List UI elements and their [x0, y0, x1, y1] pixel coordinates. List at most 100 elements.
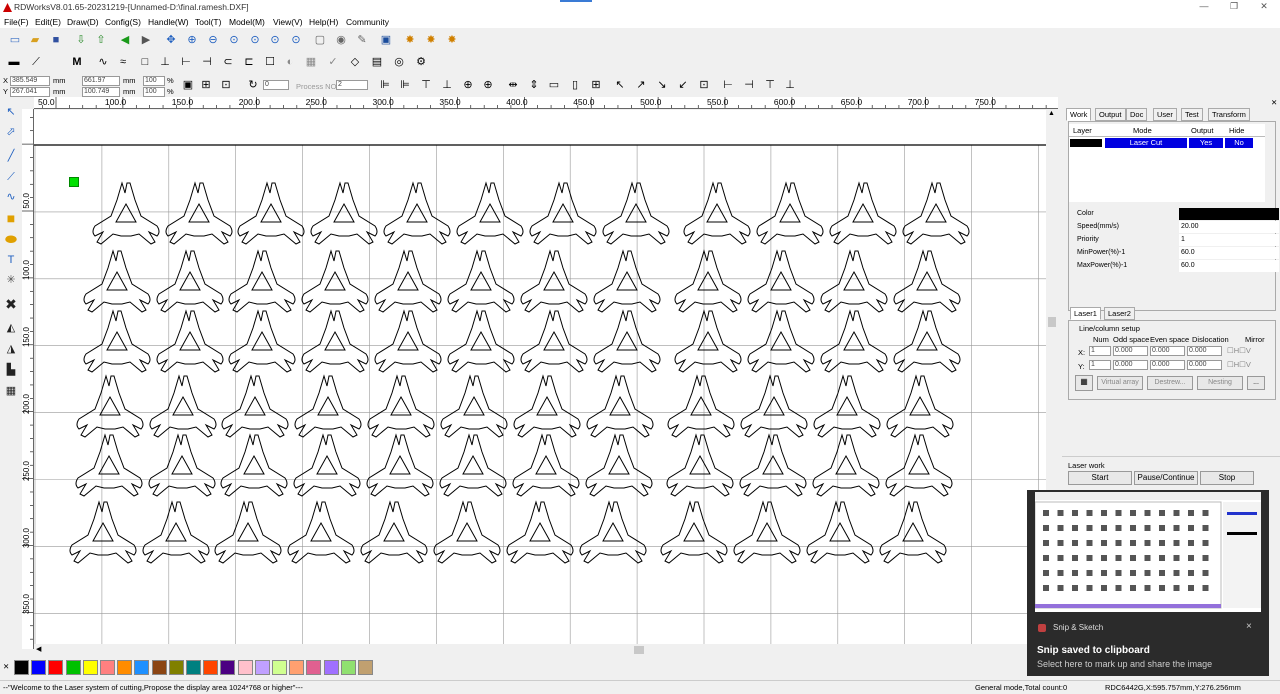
color-swatch[interactable]: [306, 660, 322, 675]
tab-output[interactable]: Output: [1095, 108, 1126, 121]
open-folder-icon[interactable]: ▰: [28, 33, 42, 47]
virtual-array-button[interactable]: Virtual array: [1097, 376, 1143, 390]
width-field[interactable]: 661.97: [82, 76, 120, 86]
y-disl-field[interactable]: 0.000: [1187, 360, 1222, 370]
color-swatch[interactable]: [323, 660, 339, 675]
tab-transform[interactable]: Transform: [1208, 108, 1250, 121]
height-field[interactable]: 100.749: [82, 87, 120, 97]
scale-y-field[interactable]: 100: [143, 87, 165, 97]
tab-work[interactable]: Work: [1066, 108, 1092, 121]
array-icon[interactable]: ▦: [4, 384, 18, 398]
color-swatch[interactable]: [48, 660, 64, 675]
align-mid-icon[interactable]: ⊕: [481, 78, 495, 92]
rectangle-icon[interactable]: ■: [4, 211, 18, 225]
delete-icon[interactable]: ✖: [4, 297, 18, 311]
menu-help[interactable]: Help(H): [309, 17, 338, 27]
align-right-icon[interactable]: ⊫: [398, 78, 412, 92]
optimize-icon[interactable]: ✸: [403, 33, 417, 47]
mirror-v-icon[interactable]: ⊣: [742, 78, 756, 92]
snip-notification[interactable]: Snip & Sketch × Snip saved to clipboard …: [1027, 490, 1269, 676]
horizontal-scrollbar[interactable]: ◀: [34, 644, 1046, 656]
menu-tool[interactable]: Tool(T): [195, 17, 221, 27]
pos-bl-icon[interactable]: ↙: [676, 78, 690, 92]
same-h-icon[interactable]: ▯: [568, 78, 582, 92]
x-mirror-h[interactable]: ☐H☐V: [1227, 346, 1251, 355]
ellipse-icon[interactable]: ⬬: [4, 232, 18, 246]
eraser-icon[interactable]: ◇: [348, 55, 362, 69]
color-swatch[interactable]: [289, 660, 305, 675]
weld-icon[interactable]: ⊢: [179, 55, 193, 69]
tab-test[interactable]: Test: [1181, 108, 1203, 121]
dist-v-icon[interactable]: ⇕: [527, 78, 541, 92]
monitor-icon[interactable]: ▣: [379, 33, 393, 47]
color-swatch[interactable]: [237, 660, 253, 675]
x-odd-field[interactable]: 0.000: [1113, 346, 1148, 356]
node-edit-icon[interactable]: ⬀: [4, 125, 18, 139]
menu-model[interactable]: Model(M): [229, 17, 265, 27]
y-even-field[interactable]: 0.000: [1150, 360, 1185, 370]
vscroll-thumb[interactable]: [1048, 317, 1056, 327]
undo-icon[interactable]: ◀: [118, 33, 132, 47]
palette-close-icon[interactable]: ✕: [3, 662, 9, 671]
layer-row[interactable]: Laser Cut Yes No: [1069, 138, 1265, 148]
align-left-icon[interactable]: ⊫: [378, 78, 392, 92]
prop-priority-value[interactable]: 1: [1179, 234, 1279, 246]
mirror-b-icon[interactable]: ⊥: [783, 78, 797, 92]
y-field[interactable]: 267.041: [10, 87, 50, 97]
y-num-field[interactable]: 1: [1089, 360, 1111, 370]
menu-handle[interactable]: Handle(W): [148, 17, 189, 27]
color-swatch[interactable]: [65, 660, 81, 675]
close-icon[interactable]: ✕: [1256, 1, 1272, 13]
prop-minpower-value[interactable]: 60.0: [1179, 247, 1279, 259]
import-icon[interactable]: ⇩: [74, 33, 88, 47]
color-swatch[interactable]: [151, 660, 167, 675]
nesting-button[interactable]: Nesting: [1197, 376, 1243, 390]
destrew-button[interactable]: Destrew...: [1147, 376, 1193, 390]
tab-doc[interactable]: Doc: [1126, 108, 1148, 121]
menu-edit[interactable]: Edit(E): [35, 17, 61, 27]
laser-icon[interactable]: ▬: [7, 55, 21, 69]
text-tool-icon[interactable]: M: [70, 55, 84, 69]
dist-h-icon[interactable]: ⇹: [506, 78, 520, 92]
toast-close-icon[interactable]: ×: [1246, 621, 1252, 632]
redo-icon[interactable]: ▶: [139, 33, 153, 47]
scroll-left-icon[interactable]: ◀: [36, 645, 41, 653]
layer-hide[interactable]: No: [1225, 138, 1253, 148]
angle-field[interactable]: 0: [263, 80, 289, 90]
menu-community[interactable]: Community: [346, 17, 389, 27]
start-button[interactable]: Start: [1068, 471, 1132, 485]
node-icon[interactable]: ⊥: [158, 55, 172, 69]
layer-mode[interactable]: Laser Cut: [1105, 138, 1187, 148]
color-swatch[interactable]: [203, 660, 219, 675]
mirror-h-icon[interactable]: ⊢: [721, 78, 735, 92]
scroll-up-icon[interactable]: ▲: [1048, 110, 1055, 117]
mirror-icon[interactable]: ⊣: [200, 55, 214, 69]
zoom-select-icon[interactable]: ⊙: [268, 33, 282, 47]
link-icon[interactable]: ⊂: [221, 55, 235, 69]
align-center-icon[interactable]: ⊕: [461, 78, 475, 92]
pause-continue-button[interactable]: Pause/Continue: [1134, 471, 1198, 485]
grid-icon[interactable]: ▤: [370, 55, 384, 69]
polyline-icon[interactable]: ⟋: [4, 170, 18, 184]
shade-icon[interactable]: ◐: [283, 55, 297, 69]
check2-icon[interactable]: ✓: [326, 55, 340, 69]
select-frame-icon[interactable]: ▦: [304, 55, 318, 69]
tab-laser1[interactable]: Laser1: [1070, 307, 1101, 320]
more-button[interactable]: ...: [1247, 376, 1265, 390]
prop-color-value[interactable]: [1179, 208, 1279, 220]
pos-tl-icon[interactable]: ↖: [613, 78, 627, 92]
export-icon[interactable]: ⇧: [94, 33, 108, 47]
stop-button[interactable]: Stop: [1200, 471, 1254, 485]
pen-icon[interactable]: ✎: [355, 33, 369, 47]
save-icon[interactable]: ■: [49, 33, 63, 47]
y-mirror-h[interactable]: ☐H☐V: [1227, 360, 1251, 369]
lock-icon[interactable]: ▣: [181, 78, 195, 92]
x-num-field[interactable]: 1: [1089, 346, 1111, 356]
same-size-icon[interactable]: ⊞: [589, 78, 603, 92]
menu-draw[interactable]: Draw(D): [67, 17, 99, 27]
optimize-3-icon[interactable]: ✸: [445, 33, 459, 47]
grid-align-icon[interactable]: ⊞: [199, 78, 213, 92]
zoom-out-icon[interactable]: ⊖: [206, 33, 220, 47]
curve-tool-icon[interactable]: ∿: [4, 190, 18, 204]
color-swatch[interactable]: [340, 660, 356, 675]
